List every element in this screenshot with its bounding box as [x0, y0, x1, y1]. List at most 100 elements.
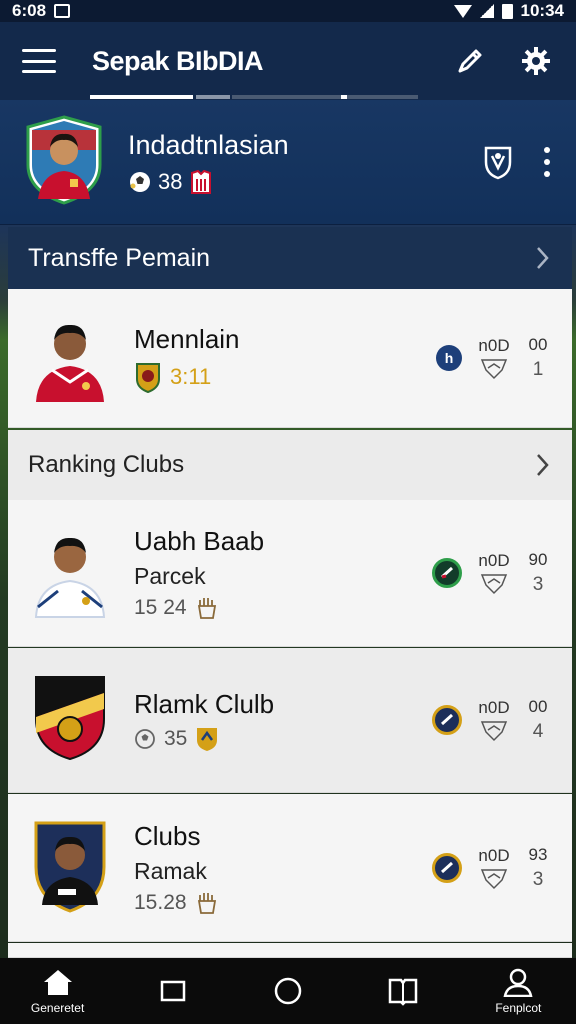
nav-home[interactable]: Generetet [8, 967, 108, 1015]
ranking-item-meta-value: 15.28 [134, 890, 187, 914]
stat-top: 93 [528, 844, 548, 864]
user-icon [503, 968, 533, 997]
signal-icon [479, 4, 494, 18]
ranking-item-info: Uabh Baab Parcek 15 24 [134, 526, 264, 620]
shield-icon [480, 868, 508, 889]
bottom-nav: Generetet Fenplcot [0, 958, 576, 1024]
circle-icon [274, 977, 302, 1005]
ranking-item-subtitle: Parcek [134, 563, 206, 589]
ranking-item-partial [8, 943, 572, 958]
transfer-section-title: Transffe Pemain [28, 243, 211, 272]
ranking-item-meta: 15.28 [134, 891, 219, 915]
ranking-item-meta: 35 [134, 726, 274, 752]
player-name: Mennlain [134, 323, 240, 354]
square-icon [160, 980, 186, 1002]
stat-bottom: 1 [532, 359, 544, 380]
stat-top: 00 [528, 697, 548, 716]
stat-bottom: 3 [532, 868, 544, 890]
glove-icon [197, 598, 216, 619]
stat-values: 93 3 [526, 845, 550, 891]
status-bar: 6:08 10:34 [0, 0, 576, 22]
status-right: 10:34 [453, 1, 564, 21]
check-badge-icon [432, 558, 462, 588]
nav-square[interactable] [123, 976, 223, 1006]
stat-column: n0D [476, 336, 512, 380]
player-stats: h n0D 00 1 [436, 335, 550, 381]
stat-column: n0D [476, 698, 512, 742]
stat-bottom: 3 [532, 574, 544, 595]
profile-stat: 38 [158, 168, 183, 194]
nav-profile[interactable]: Fenplcot [468, 967, 568, 1015]
stat-bottom: 4 [532, 721, 544, 742]
nav-circle[interactable] [238, 975, 338, 1007]
club-badge-icon [197, 727, 218, 751]
more-options-icon[interactable] [542, 147, 552, 177]
app-bar: Sepak BIbDIA [0, 22, 576, 100]
ranking-item-meta-value: 15 24 [134, 596, 187, 619]
player-avatar [30, 521, 110, 626]
wifi-icon [453, 4, 472, 18]
transfer-section-header[interactable]: Transffe Pemain [8, 227, 572, 289]
ranking-item[interactable]: Uabh Baab Parcek 15 24 n0D 90 3 [8, 500, 572, 647]
profile-name: Indadtnlasian [128, 129, 289, 160]
check-badge-icon [432, 852, 462, 883]
ranking-item-title: Clubs [134, 820, 201, 851]
profile-meta: 38 [128, 169, 289, 195]
transfer-player-info: Mennlain 3:11 [134, 324, 240, 393]
tab-indicator-dot [341, 95, 347, 99]
ranking-item[interactable]: Rlamk Clulb 35 n0D 00 4 [8, 648, 572, 793]
glove-icon [197, 892, 216, 914]
club-badge-icon[interactable] [482, 144, 514, 180]
player-avatar [30, 815, 110, 920]
tab-indicator-inactive [232, 95, 418, 99]
shield-icon [480, 574, 508, 595]
transfer-player-card[interactable]: Mennlain 3:11 h n0D 00 1 [8, 289, 572, 428]
check-badge-icon [432, 705, 462, 735]
player-avatar[interactable] [24, 114, 104, 210]
nav-book[interactable] [353, 976, 453, 1006]
stat-label: n0D [478, 336, 510, 355]
ranking-item-title: Uabh Baab [134, 526, 265, 556]
stat-values: 00 1 [526, 335, 550, 381]
ranking-item-info: Clubs Ramak 15.28 [134, 821, 219, 915]
stat-column: n0D [476, 551, 512, 595]
club-crest [30, 673, 110, 768]
stat-column: n0D [476, 846, 512, 890]
ranking-item-subtitle: Ramak [134, 857, 207, 884]
home-icon [43, 970, 72, 995]
chevron-right-icon [537, 454, 549, 476]
app-actions [452, 43, 554, 79]
ranking-item[interactable]: Clubs Ramak 15.28 n0D 93 3 [8, 794, 572, 942]
ranking-section-title: Ranking Clubs [28, 451, 185, 478]
status-left: 6:08 [12, 1, 71, 21]
ranking-item-meta: 15 24 [134, 596, 264, 620]
stat-values: 00 4 [526, 697, 550, 743]
ranking-section-header[interactable]: Ranking Clubs [8, 430, 572, 500]
status-time-left: 6:08 [12, 1, 47, 20]
stat-label: n0D [478, 845, 510, 865]
tab-indicator-active [90, 95, 193, 99]
tab-indicator-inactive [196, 95, 230, 99]
menu-icon[interactable] [22, 49, 56, 73]
profile-header: Indadtnlasian 38 [0, 100, 576, 225]
player-meta: 3:11 [134, 361, 240, 393]
book-icon [388, 978, 418, 1006]
football-icon [135, 728, 155, 749]
ranking-item-stats: n0D 00 4 [432, 697, 550, 743]
stat-top: 00 [528, 335, 548, 354]
stat-label: n0D [478, 551, 510, 570]
app-title: Sepak BIbDIA [92, 45, 264, 76]
notification-icon [54, 4, 71, 18]
stat-top: 90 [528, 550, 548, 569]
settings-gear-icon[interactable] [518, 43, 554, 79]
player-avatar [30, 306, 110, 411]
app-screen: 6:08 10:34 Sepak BIbDIA Indadtnlasian 38… [0, 0, 576, 1024]
profile-actions [482, 144, 552, 180]
ranking-item-stats: n0D 93 3 [432, 845, 550, 891]
nav-home-label: Generetet [30, 1001, 85, 1015]
club-crest-icon [136, 362, 160, 393]
info-badge-icon: h [436, 345, 462, 371]
edit-icon[interactable] [452, 43, 488, 79]
stat-label: n0D [478, 698, 510, 717]
profile-info: Indadtnlasian 38 [104, 130, 289, 195]
